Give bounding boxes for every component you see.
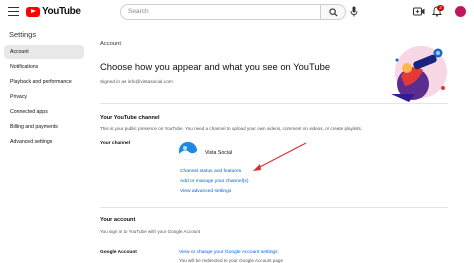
notification-count-badge: 3 [437, 5, 444, 11]
section-divider [100, 103, 448, 104]
search-icon [329, 8, 338, 17]
sidebar-item-advanced[interactable]: Advanced settings [4, 135, 84, 149]
search-button[interactable] [320, 4, 346, 20]
account-description: You sign in to YouTube with your Google … [100, 229, 201, 234]
sidebar-title: Settings [9, 30, 37, 39]
create-video-icon[interactable] [413, 6, 425, 17]
section-divider [100, 207, 448, 208]
sidebar-item-billing[interactable]: Billing and payments [4, 120, 84, 134]
search-input[interactable]: Search [120, 4, 320, 20]
settings-sidebar: Settings Account Notifications Playback … [0, 24, 90, 263]
signed-in-text: Signed in as info@vistasocial.com [100, 80, 173, 85]
channel-name: Vista Social [205, 150, 233, 156]
annotation-arrow [253, 142, 307, 171]
sidebar-item-account[interactable]: Account [4, 45, 84, 59]
account-heading: Your account [100, 217, 136, 223]
advanced-settings-link[interactable]: View advanced settings [180, 189, 231, 194]
sidebar-item-notifications[interactable]: Notifications [4, 60, 84, 74]
sidebar-item-privacy[interactable]: Privacy [4, 90, 84, 104]
channel-status-link[interactable]: Channel status and features [180, 169, 241, 174]
sidebar-item-connected-apps[interactable]: Connected apps [4, 105, 84, 119]
binoculars-illustration [391, 46, 447, 102]
youtube-logo[interactable]: YouTube [26, 6, 81, 17]
channel-heading: Your YouTube channel [100, 115, 160, 121]
youtube-play-icon [26, 6, 40, 17]
redirect-note: You will be redirected to your Google Ac… [179, 258, 284, 263]
top-bar: YouTube Search 3 [0, 0, 474, 24]
manage-channels-link[interactable]: Add or manage your channel(s) [180, 179, 249, 184]
google-account-label: Google Account [100, 250, 137, 255]
section-label: Account [100, 41, 121, 47]
sidebar-item-playback[interactable]: Playback and performance [4, 75, 84, 89]
logo-text: YouTube [42, 6, 81, 17]
account-settings-main: Account Choose how you appear and what y… [100, 24, 474, 263]
page-headline: Choose how you appear and what you see o… [100, 61, 331, 72]
your-channel-label: Your channel [100, 141, 131, 146]
microphone-icon[interactable] [350, 6, 358, 17]
google-account-settings-link[interactable]: View or change your Google Account setti… [179, 250, 278, 255]
channel-description: This is your public presence on YouTube.… [100, 126, 363, 131]
hamburger-menu-icon[interactable] [8, 7, 19, 16]
channel-avatar [179, 142, 197, 160]
user-avatar[interactable] [455, 6, 466, 17]
